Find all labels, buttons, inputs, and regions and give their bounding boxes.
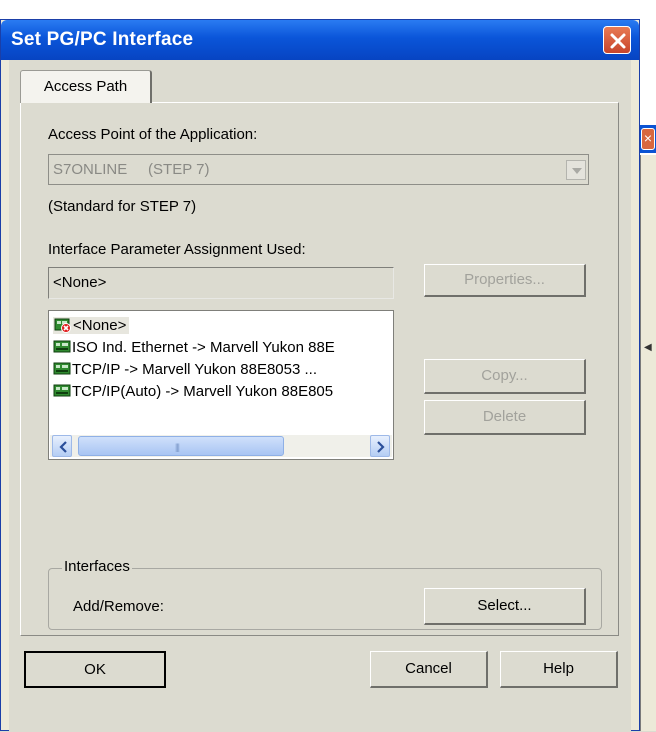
close-icon bbox=[610, 33, 626, 49]
interfaces-group-title: Interfaces bbox=[62, 558, 132, 575]
dropdown-button[interactable] bbox=[566, 160, 586, 180]
copy-button[interactable]: Copy... bbox=[424, 359, 586, 394]
scroll-right-button[interactable] bbox=[370, 435, 390, 457]
list-item[interactable]: ISO Ind. Ethernet -> Marvell Yukon 88E bbox=[53, 337, 335, 359]
list-item[interactable]: TCP/IP -> Marvell Yukon 88E8053 ... bbox=[53, 359, 317, 381]
grip-icon: ||| bbox=[175, 442, 180, 452]
list-item-label: ISO Ind. Ethernet -> Marvell Yukon 88E bbox=[72, 339, 335, 356]
properties-button[interactable]: Properties... bbox=[424, 264, 586, 297]
title-bar[interactable]: Set PG/PC Interface bbox=[1, 20, 639, 60]
access-point-value: S7ONLINE (STEP 7) bbox=[53, 161, 210, 178]
list-item-label: TCP/IP -> Marvell Yukon 88E8053 ... bbox=[72, 361, 317, 378]
background-close-icon[interactable]: × bbox=[641, 128, 655, 150]
network-card-icon bbox=[53, 340, 71, 353]
tab-access-path[interactable]: Access Path bbox=[20, 70, 152, 103]
background-strip bbox=[0, 0, 656, 19]
interface-param-label: Interface Parameter Assignment Used: bbox=[48, 241, 306, 258]
background-window: × ◀ bbox=[640, 0, 656, 731]
access-point-note: (Standard for STEP 7) bbox=[48, 198, 197, 215]
close-button[interactable] bbox=[603, 26, 631, 54]
horizontal-scrollbar[interactable]: ||| bbox=[50, 435, 392, 457]
list-item[interactable]: TCP/IP(Auto) -> Marvell Yukon 88E805 bbox=[53, 381, 333, 403]
list-item-label: TCP/IP(Auto) -> Marvell Yukon 88E805 bbox=[72, 383, 334, 400]
network-card-icon bbox=[53, 362, 71, 375]
help-button[interactable]: Help bbox=[500, 651, 618, 688]
left-arrow-icon: ◀ bbox=[644, 342, 652, 353]
chevron-left-icon bbox=[59, 441, 67, 453]
interface-list[interactable]: <None> ISO Ind. Ethernet -> Marvell Yuko… bbox=[48, 310, 394, 460]
select-button[interactable]: Select... bbox=[424, 588, 586, 625]
background-window-body: ◀ bbox=[640, 155, 656, 731]
list-item-label: <None> bbox=[73, 317, 127, 334]
interface-param-field: <None> bbox=[48, 267, 394, 299]
network-card-icon bbox=[53, 384, 71, 397]
access-point-dropdown[interactable]: S7ONLINE (STEP 7) bbox=[48, 154, 589, 185]
scroll-left-button[interactable] bbox=[52, 435, 72, 457]
access-point-label: Access Point of the Application: bbox=[48, 126, 258, 143]
list-item[interactable]: <None> bbox=[53, 315, 130, 337]
dialog-title: Set PG/PC Interface bbox=[11, 29, 194, 50]
cancel-button[interactable]: Cancel bbox=[370, 651, 488, 688]
add-remove-label: Add/Remove: bbox=[73, 598, 164, 615]
delete-button[interactable]: Delete bbox=[424, 400, 586, 435]
interface-param-value: <None> bbox=[53, 274, 107, 291]
chevron-down-icon bbox=[572, 168, 582, 174]
chevron-right-icon bbox=[377, 441, 385, 453]
ok-button[interactable]: OK bbox=[24, 651, 166, 688]
list-item-selected: <None> bbox=[53, 317, 130, 334]
scroll-thumb[interactable]: ||| bbox=[78, 436, 284, 456]
network-card-disabled-icon bbox=[54, 318, 71, 333]
